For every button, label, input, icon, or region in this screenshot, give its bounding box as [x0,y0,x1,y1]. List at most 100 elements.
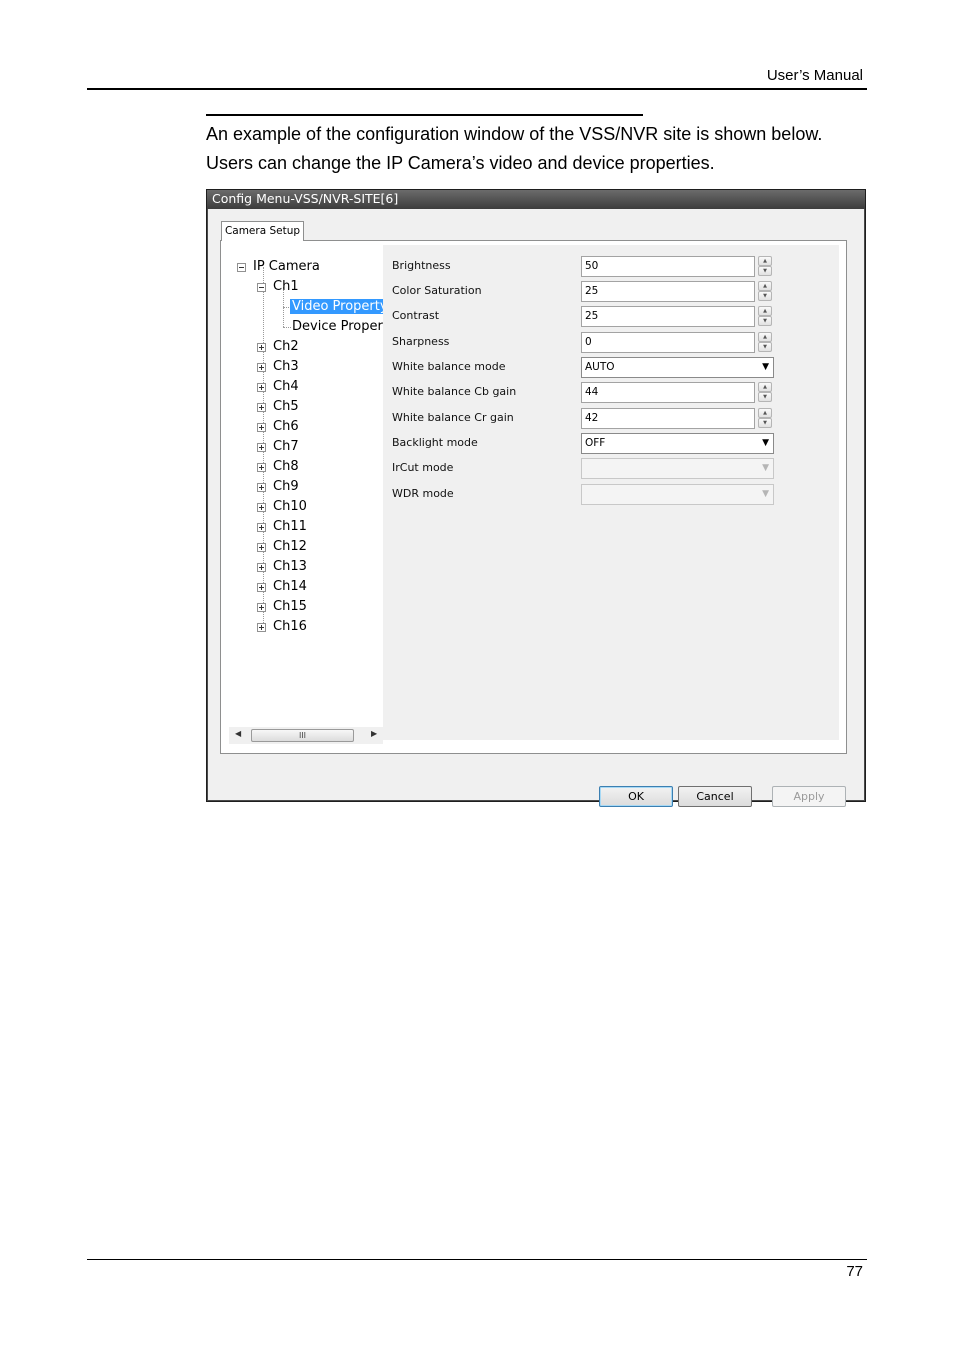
tree-label: Ch1 [273,279,299,294]
brightness-input[interactable]: 50 [581,256,755,277]
collapse-icon[interactable] [257,283,266,292]
wdr-label: WDR mode [392,487,454,500]
spin-down-icon[interactable]: ▼ [758,266,772,276]
dropdown-arrow-icon: ▼ [762,463,769,473]
expand-icon[interactable] [257,363,266,372]
expand-icon[interactable] [257,603,266,612]
tree-label: Ch15 [273,599,307,614]
backlight-value: OFF [585,437,606,449]
spin-up-icon[interactable]: ▲ [758,256,772,266]
tree-item-device-property[interactable]: Device Property [292,317,383,337]
spin-down-icon[interactable]: ▼ [758,392,772,402]
expand-icon[interactable] [257,523,266,532]
camera-tree: IP Camera Ch1 Video Property Device Prop… [229,249,383,736]
tree-label: IP Camera [253,259,320,274]
footer-rule [87,1259,867,1260]
expand-icon[interactable] [257,623,266,632]
spin-up-icon[interactable]: ▲ [758,281,772,291]
tree-connector [283,327,291,328]
header-title: User’s Manual [766,67,863,84]
expand-icon[interactable] [257,343,266,352]
tree-label: Ch3 [273,359,299,374]
tree-label: Ch16 [273,619,307,634]
scroll-left-icon[interactable]: ◀ [235,729,241,738]
section-rule [206,114,643,116]
backlight-select[interactable]: OFF ▼ [581,433,774,454]
sharpness-input[interactable]: 0 [581,332,755,353]
color-saturation-spinner[interactable]: ▲ ▼ [758,281,772,302]
tree-item-video-property[interactable]: Video Property [290,297,383,317]
tree-label: Ch5 [273,399,299,414]
expand-icon[interactable] [257,443,266,452]
wb-cr-gain-input[interactable]: 42 [581,408,755,429]
dropdown-arrow-icon[interactable]: ▼ [762,358,769,377]
window-client: Camera Setup IP Camera Ch1 Video Propert… [208,209,864,807]
tab-panel: IP Camera Ch1 Video Property Device Prop… [220,240,847,754]
wb-mode-select[interactable]: AUTO ▼ [581,357,774,378]
page-number: 77 [846,1263,863,1280]
spin-down-icon[interactable]: ▼ [758,342,772,352]
tree-horizontal-scrollbar[interactable]: ◀ III ▶ [229,727,383,744]
ok-button[interactable]: OK [599,786,673,807]
expand-icon[interactable] [257,543,266,552]
contrast-spinner[interactable]: ▲ ▼ [758,306,772,327]
sharpness-spinner[interactable]: ▲ ▼ [758,332,772,353]
tree-label: Video Property [290,299,383,314]
collapse-icon[interactable] [237,263,246,272]
scroll-thumb[interactable]: III [251,729,354,742]
expand-icon[interactable] [257,403,266,412]
contrast-input[interactable]: 25 [581,306,755,327]
video-property-panel: Brightness 50 ▲ ▼ Color Saturation 25 ▲ ▼ … [383,245,839,740]
wdr-select: ▼ [581,484,774,505]
cancel-button[interactable]: Cancel [678,786,752,807]
spin-up-icon[interactable]: ▲ [758,382,772,392]
wb-cb-gain-label: White balance Cb gain [392,385,517,398]
spin-down-icon[interactable]: ▼ [758,291,772,301]
expand-icon[interactable] [257,423,266,432]
wb-cr-gain-label: White balance Cr gain [392,411,514,424]
brightness-label: Brightness [392,259,451,272]
wb-mode-value: AUTO [585,361,615,373]
expand-icon[interactable] [257,383,266,392]
contrast-label: Contrast [392,309,440,322]
wb-cb-gain-input[interactable]: 44 [581,382,755,403]
sharpness-label: Sharpness [392,335,450,348]
intro-paragraph: An example of the configuration window o… [206,120,876,178]
tree-label: Device Property [292,319,383,334]
expand-icon[interactable] [257,563,266,572]
tab-camera-setup[interactable]: Camera Setup [221,221,304,241]
apply-button: Apply [772,786,846,807]
expand-icon[interactable] [257,463,266,472]
brightness-spinner[interactable]: ▲ ▼ [758,256,772,277]
ircut-select: ▼ [581,458,774,479]
spin-up-icon[interactable]: ▲ [758,408,772,418]
spin-up-icon[interactable]: ▲ [758,306,772,316]
dropdown-arrow-icon[interactable]: ▼ [762,434,769,453]
tree-label: Ch13 [273,559,307,574]
dropdown-arrow-icon: ▼ [762,489,769,499]
spin-down-icon[interactable]: ▼ [758,316,772,326]
tree-label: Ch7 [273,439,299,454]
tree-label: Ch9 [273,479,299,494]
intro-line-2: Users can change the IP Camera’s video a… [206,153,715,173]
expand-icon[interactable] [257,583,266,592]
tree-label: Ch8 [273,459,299,474]
wb-mode-label: White balance mode [392,360,506,373]
tree-label: Ch12 [273,539,307,554]
config-window: Config Menu-VSS/NVR-SITE[6] Camera Setup… [206,189,866,807]
color-saturation-label: Color Saturation [392,284,482,297]
tree-label: Ch6 [273,419,299,434]
expand-icon[interactable] [257,503,266,512]
scroll-right-icon[interactable]: ▶ [371,729,377,738]
tree-label: Ch10 [273,499,307,514]
tree-label: Ch2 [273,339,299,354]
color-saturation-input[interactable]: 25 [581,281,755,302]
wb-cb-gain-spinner[interactable]: ▲ ▼ [758,382,772,403]
window-title: Config Menu-VSS/NVR-SITE[6] [207,190,865,209]
header-rule [87,88,867,90]
spin-up-icon[interactable]: ▲ [758,332,772,342]
backlight-label: Backlight mode [392,436,478,449]
spin-down-icon[interactable]: ▼ [758,418,772,428]
wb-cr-gain-spinner[interactable]: ▲ ▼ [758,408,772,429]
expand-icon[interactable] [257,483,266,492]
